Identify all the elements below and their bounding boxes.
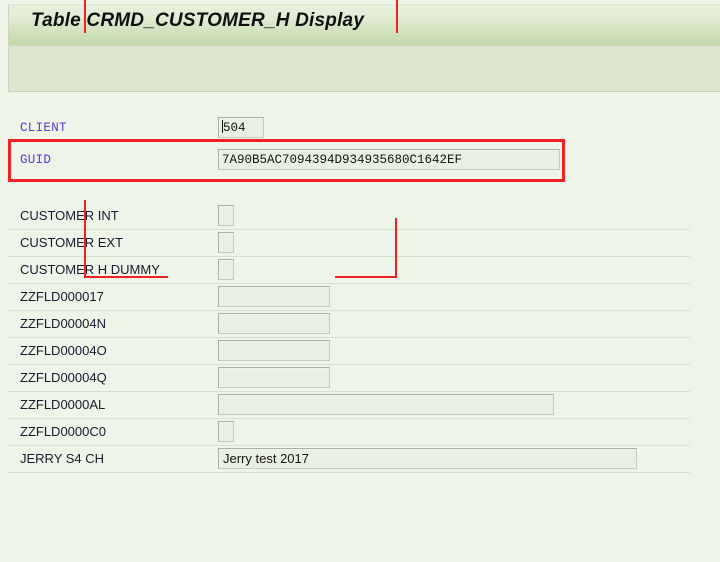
field-input[interactable] [218, 259, 234, 280]
field-input[interactable]: 7A90B5AC7094394D934935680C1642EF [218, 149, 560, 170]
field-row: ZZFLD000017 [8, 284, 690, 311]
field-input[interactable]: 504 [218, 117, 264, 138]
field-row: ZZFLD0000AL [8, 392, 690, 419]
form-area: CLIENT 504 GUID 7A90B5AC7094394D934935680C1… [0, 92, 720, 562]
field-input[interactable] [218, 394, 554, 415]
field-label: ZZFLD0000C0 [20, 424, 106, 439]
sap-gui-window: Table CRMD_CUSTOMER_H Display CLIENT 504 G… [0, 0, 720, 562]
field-value: 7A90B5AC7094394D934935680C1642EF [222, 153, 463, 167]
field-row: CLIENT 504 [8, 115, 690, 142]
field-label: CUSTOMER H DUMMY [20, 262, 160, 277]
field-label: ZZFLD000017 [20, 289, 104, 304]
window-header: Table CRMD_CUSTOMER_H Display [8, 4, 720, 92]
field-input[interactable] [218, 286, 330, 307]
field-input[interactable] [218, 232, 234, 253]
toolbar-band [9, 45, 720, 92]
field-value: Jerry test 2017 [223, 451, 309, 466]
field-value: 504 [223, 121, 246, 135]
field-row: CUSTOMER H DUMMY [8, 257, 690, 284]
field-label: CUSTOMER INT [20, 208, 119, 223]
field-label: ZZFLD00004O [20, 343, 107, 358]
field-row: ZZFLD00004Q [8, 365, 690, 392]
field-row: ZZFLD00004O [8, 338, 690, 365]
field-row: GUID 7A90B5AC7094394D934935680C1642EF [8, 147, 690, 174]
field-row: ZZFLD0000C0 [8, 419, 690, 446]
field-input[interactable] [218, 340, 330, 361]
title-band: Table CRMD_CUSTOMER_H Display [9, 5, 720, 45]
field-label: ZZFLD00004Q [20, 370, 107, 385]
field-row: CUSTOMER EXT [8, 230, 690, 257]
field-input[interactable] [218, 313, 330, 334]
field-row: CUSTOMER INT [8, 203, 690, 230]
field-input[interactable] [218, 205, 234, 226]
field-row: ZZFLD00004N [8, 311, 690, 338]
field-label: CUSTOMER EXT [20, 235, 124, 250]
field-label: ZZFLD0000AL [20, 397, 106, 412]
field-label[interactable]: CLIENT [20, 120, 67, 136]
field-label: JERRY S4 CH [20, 451, 105, 466]
field-label: ZZFLD00004N [20, 316, 106, 331]
field-label[interactable]: GUID [20, 152, 51, 168]
field-input[interactable] [218, 421, 234, 442]
field-input[interactable] [218, 367, 330, 388]
field-row: JERRY S4 CH Jerry test 2017 [8, 446, 690, 473]
page-title: Table CRMD_CUSTOMER_H Display [31, 10, 365, 31]
row-separator [8, 472, 690, 473]
field-input[interactable]: Jerry test 2017 [218, 448, 637, 469]
